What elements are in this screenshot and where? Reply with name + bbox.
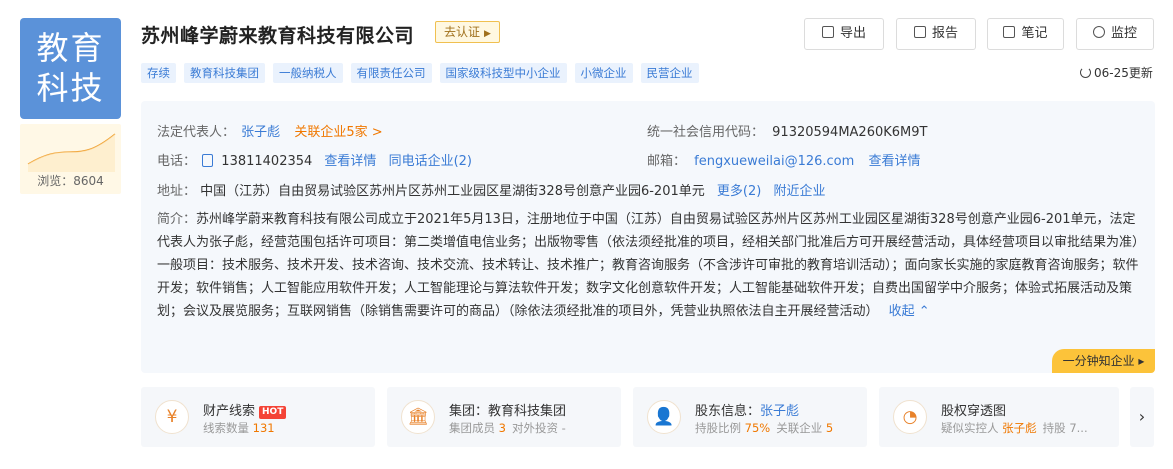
export-label: 导出 xyxy=(839,26,866,41)
update-label: 06-25更新 xyxy=(1094,66,1153,80)
claim-button[interactable]: 去认证 ▶ xyxy=(435,21,500,43)
collapse-link[interactable]: 收起 ⌃ xyxy=(889,304,930,319)
email-link[interactable]: fengxueweilai@126.com xyxy=(694,154,854,169)
monitor-button[interactable]: 监控 xyxy=(1076,18,1154,50)
card-sub-value: 张子彪 xyxy=(1002,421,1037,435)
credit-code-row: 统一社会信用代码： 91320594MA260K6M9T xyxy=(647,121,927,140)
trend-sparkline xyxy=(27,133,116,172)
card-sub-value-2: 7... xyxy=(1069,421,1088,435)
shareholder-link[interactable]: 张子彪 xyxy=(760,404,799,419)
card-sub-label: 集团成员 xyxy=(449,421,499,435)
card-group[interactable]: 🏛 集团：教育科技集团 集团成员 3 对外投资 - xyxy=(387,387,621,447)
legal-rep-label: 法定代表人： xyxy=(157,125,236,140)
person-icon: 👤 xyxy=(647,400,681,434)
tag-tech-sme[interactable]: 国家级科技型中小企业 xyxy=(439,63,567,83)
claim-label: 去认证 xyxy=(444,25,481,39)
report-icon xyxy=(913,26,926,38)
card-sub-value: 75% xyxy=(744,421,771,435)
company-logo: 教育 科技 xyxy=(20,18,121,119)
hot-badge: HOT xyxy=(259,406,287,419)
intro-label: 简介： xyxy=(157,212,197,227)
phone-detail-link[interactable]: 查看详情 xyxy=(324,154,376,169)
card-sub-label: 持股比例 xyxy=(695,421,745,435)
card-sub-label: 疑似实控人 xyxy=(941,421,1003,435)
phone-row: 电话： 13811402354 查看详情 同电话企业(2) xyxy=(157,150,472,169)
pie-chart-icon: ◔ xyxy=(893,400,927,434)
card-sub-label: 线索数量 xyxy=(203,421,253,435)
bank-icon: 🏛 xyxy=(401,400,435,434)
next-cards-button[interactable]: › xyxy=(1130,387,1154,447)
credit-code-value: 91320594MA260K6M9T xyxy=(772,125,928,140)
card-sub-label-2: 关联企业 xyxy=(776,421,826,435)
report-label: 报告 xyxy=(931,26,958,41)
notes-label: 笔记 xyxy=(1021,26,1048,41)
view-count: 浏览：8604 xyxy=(37,174,104,188)
tag-taxpayer: 一般纳税人 xyxy=(273,63,343,83)
legal-rep-link[interactable]: 张子彪 xyxy=(241,125,280,140)
address-row: 地址： 中国（江苏）自由贸易试验区苏州片区苏州工业园区星湖街328号创意产业园6… xyxy=(157,180,825,199)
money-icon: ¥ xyxy=(155,400,189,434)
card-property-clues[interactable]: ¥ 财产线索 HOT 线索数量 131 xyxy=(141,387,375,447)
logo-line2: 科技 xyxy=(36,69,105,107)
phone-value: 13811402354 xyxy=(221,154,313,169)
tag-list: 存续 教育科技集团 一般纳税人 有限责任公司 国家级科技型中小企业 小微企业 民… xyxy=(141,63,699,83)
card-sub-label-2: 对外投资 xyxy=(511,421,562,435)
tag-private: 民营企业 xyxy=(640,63,699,83)
edit-icon xyxy=(1003,26,1016,38)
notes-button[interactable]: 笔记 xyxy=(987,18,1064,50)
card-title: 股东信息： xyxy=(695,404,761,419)
export-icon xyxy=(821,26,834,38)
card-title: 股权穿透图 xyxy=(941,404,1007,419)
card-sub-value-2: - xyxy=(561,421,566,435)
verified-phone-icon xyxy=(202,154,214,167)
export-button[interactable]: 导出 xyxy=(804,18,884,50)
address-value: 中国（江苏）自由贸易试验区苏州片区苏州工业园区星湖街328号创意产业园6-201… xyxy=(200,184,705,199)
card-equity-chart[interactable]: ◔ 股权穿透图 疑似实控人 张子彪 持股 7... xyxy=(879,387,1119,447)
tag-micro: 小微企业 xyxy=(574,63,633,83)
card-sub-label-2: 持股 xyxy=(1042,421,1070,435)
company-name: 苏州峰学蔚来教育科技有限公司 xyxy=(141,25,415,47)
nearby-companies-link[interactable]: 附近企业 xyxy=(773,184,825,199)
email-row: 邮箱： fengxueweilai@126.com 查看详情 xyxy=(647,150,920,169)
report-button[interactable]: 报告 xyxy=(896,18,976,50)
intro-text: 苏州峰学蔚来教育科技有限公司成立于2021年5月13日，注册地位于中国（江苏）自… xyxy=(157,212,1139,319)
tag-group[interactable]: 教育科技集团 xyxy=(184,63,265,83)
same-phone-link[interactable]: 同电话企业(2) xyxy=(389,154,472,169)
monitor-icon xyxy=(1092,26,1105,38)
tag-company-type: 有限责任公司 xyxy=(350,63,432,83)
credit-code-label: 统一社会信用代码： xyxy=(647,125,765,140)
card-sub-value: 3 xyxy=(498,421,506,435)
related-companies-link[interactable]: 关联企业5家 > xyxy=(294,125,382,140)
address-label: 地址： xyxy=(157,184,197,199)
monitor-label: 监控 xyxy=(1110,26,1137,41)
quick-know-button[interactable]: 一分钟知企业 ▸ xyxy=(1052,349,1155,373)
email-detail-link[interactable]: 查看详情 xyxy=(868,154,920,169)
legal-rep-row: 法定代表人： 张子彪 关联企业5家 > xyxy=(157,121,383,140)
card-title: 财产线索 xyxy=(203,404,256,419)
more-address-link[interactable]: 更多(2) xyxy=(717,184,761,199)
caret-right-icon: ▶ xyxy=(484,29,491,39)
card-title: 集团：教育科技集团 xyxy=(449,404,567,419)
phone-label: 电话： xyxy=(157,154,197,169)
card-sub-value: 131 xyxy=(252,421,275,435)
company-intro: 简介：苏州峰学蔚来教育科技有限公司成立于2021年5月13日，注册地位于中国（江… xyxy=(157,208,1142,323)
logo-line1: 教育 xyxy=(36,29,105,67)
update-time[interactable]: 06-25更新 xyxy=(1080,64,1153,81)
email-label: 邮箱： xyxy=(647,154,687,169)
tag-status: 存续 xyxy=(141,63,176,83)
card-sub-value-2: 5 xyxy=(825,421,834,435)
card-shareholders[interactable]: 👤 股东信息：张子彪 持股比例 75% 关联企业 5 xyxy=(633,387,867,447)
chevron-right-icon: › xyxy=(1138,407,1146,426)
refresh-icon xyxy=(1080,67,1091,78)
